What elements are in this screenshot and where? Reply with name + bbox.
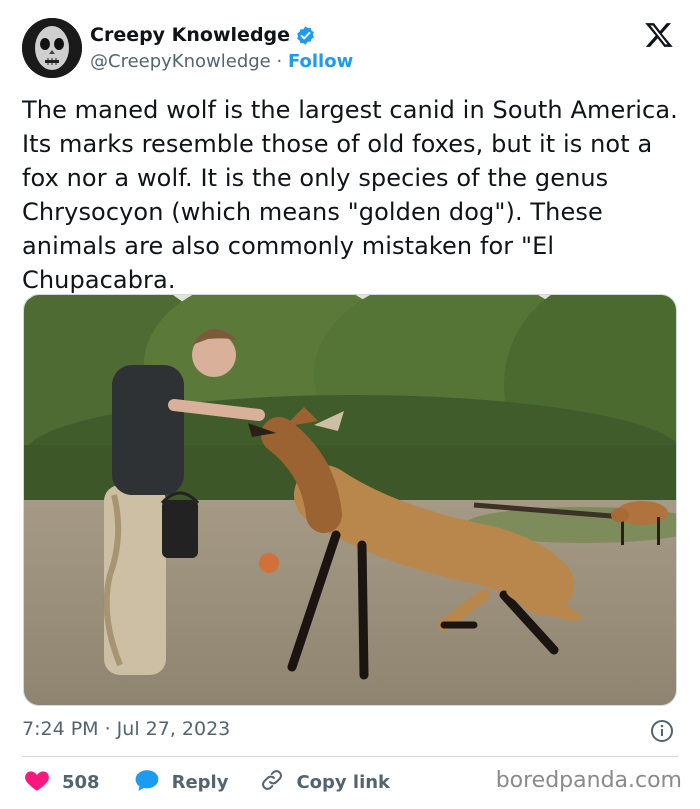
reply-bubble-icon xyxy=(134,768,160,796)
copy-link-label: Copy link xyxy=(296,771,391,793)
tweet-photo[interactable] xyxy=(23,294,677,706)
like-button[interactable]: 508 xyxy=(24,768,100,796)
tweet-timestamp[interactable]: 7:24 PM · Jul 27, 2023 xyxy=(22,718,230,740)
tweet-header: Creepy Knowledge @CreepyKnowledge · Foll… xyxy=(22,18,682,78)
follow-button[interactable]: Follow xyxy=(288,51,353,72)
reply-button[interactable]: Reply xyxy=(134,768,229,796)
reply-label: Reply xyxy=(171,771,229,793)
action-bar: 508 Reply Copy link xyxy=(22,767,390,797)
display-name[interactable]: Creepy Knowledge xyxy=(90,24,290,46)
heart-icon xyxy=(24,768,50,796)
verified-badge-icon xyxy=(295,25,316,46)
x-logo-icon[interactable] xyxy=(644,20,674,50)
handle-row: @CreepyKnowledge · Follow xyxy=(90,51,353,72)
divider xyxy=(22,756,678,757)
like-count: 508 xyxy=(62,771,100,793)
link-icon xyxy=(260,768,284,796)
watermark: boredpanda.com xyxy=(495,768,682,793)
info-icon[interactable] xyxy=(650,719,674,743)
separator: · xyxy=(276,51,283,72)
tweet-text: The maned wolf is the largest canid in S… xyxy=(22,96,678,294)
copy-link-button[interactable]: Copy link xyxy=(260,768,390,796)
avatar[interactable] xyxy=(22,18,82,78)
handle[interactable]: @CreepyKnowledge xyxy=(90,51,271,72)
name-row: Creepy Knowledge xyxy=(90,24,316,46)
